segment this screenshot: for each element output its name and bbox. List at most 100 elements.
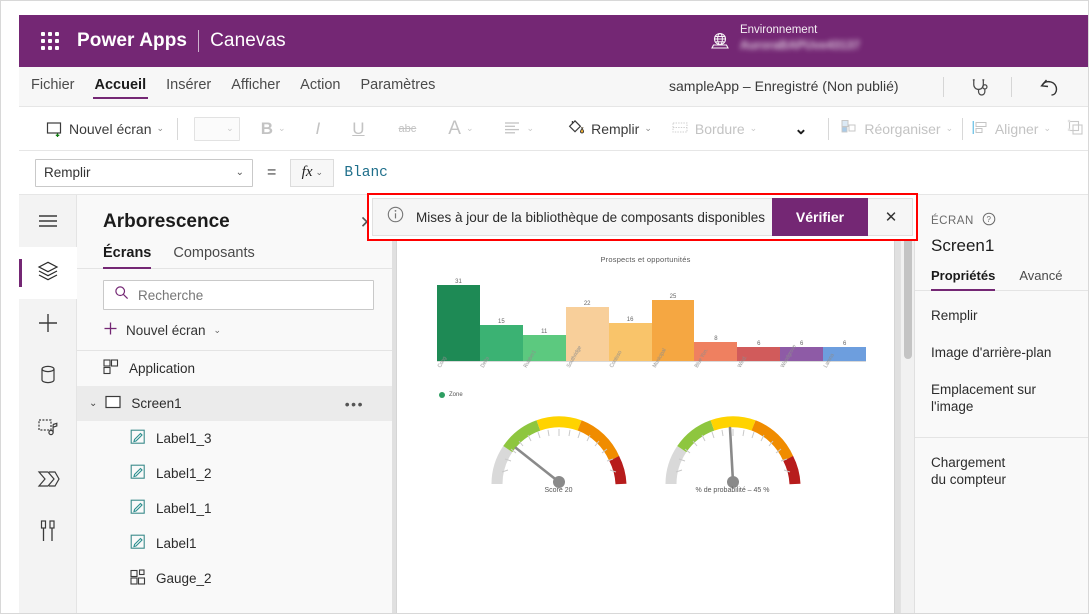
sidebar-item-data[interactable] [19,351,77,403]
tree-row-label1-3[interactable]: Label1_3 [77,421,392,456]
properties-kicker-label: ÉCRAN [931,214,974,227]
font-family-select[interactable]: ⌄ [193,116,240,141]
media-icon [37,416,60,443]
properties-panel: ÉCRAN ? Screen1 Propriétés Avancé Rempli… [914,195,1088,613]
power-automate-icon [36,469,60,494]
hamburger-menu-icon[interactable] [19,195,77,247]
menubar-divider-2 [1011,77,1012,97]
notification-banner-highlight: Mises à jour de la bibliothèque de compo… [367,193,918,241]
search-icon [114,285,129,305]
new-screen-tree-button[interactable]: Nouvel écran ⌄ [77,310,392,351]
screen-icon [105,395,121,412]
waffle-grid-icon[interactable] [35,26,65,56]
tree-row-label: Screen1 [131,396,182,411]
property-select-value: Remplir [44,165,91,180]
search-input[interactable]: Recherche [103,280,374,310]
screen-preview[interactable]: Prospects et opportunités 31 15 11 22 16… [397,241,894,613]
border-button[interactable]: Bordure ⌄ [667,118,762,140]
app-canvas[interactable]: Prospects et opportunités 31 15 11 22 16… [393,195,914,613]
tree-row-label1-2[interactable]: Label1_2 [77,456,392,491]
label-icon [130,499,146,518]
property-select[interactable]: Remplir ⌄ [35,158,253,187]
environment-selector[interactable]: Environnement AuroraBAPUve43137 [710,23,860,56]
bar-value: 16 [626,316,634,323]
tab-avance[interactable]: Avancé [1019,268,1062,290]
menu-item-accueil[interactable]: Accueil [92,75,149,99]
chevron-down-icon[interactable]: ⌄ [89,398,97,409]
left-icon-rail [19,195,77,613]
chevron-down-icon: ⌄ [526,123,535,133]
sidebar-item-advanced-tools[interactable] [19,507,77,559]
fx-button[interactable]: fx ⌄ [290,158,335,187]
tree-row-label1[interactable]: Label1 [77,526,392,561]
menu-item-inserer[interactable]: Insérer [164,75,213,98]
x-axis-labels: Cong Delta Rubber1 Southridge Contoso Mu… [437,344,866,390]
app-save-status: sampleApp – Enregistré (Non publié) [669,78,899,94]
property-image-arriere-plan[interactable]: Image d'arrière-plan [915,334,1088,371]
tab-ecrans[interactable]: Écrans [103,245,152,269]
menu-item-action[interactable]: Action [298,75,342,98]
chevron-down-icon: ⌄ [213,324,222,335]
probability-gauge[interactable]: % de probabilité – 45 % [658,408,808,494]
canvas-scrollbar[interactable] [900,195,914,613]
paint-bucket-icon [566,118,586,139]
sidebar-item-power-automate[interactable] [19,455,77,507]
sidebar-item-media[interactable] [19,403,77,455]
studio-body: Arborescence ✕ Écrans Composants Recherc… [19,195,1088,613]
title-bar: Power Apps Canevas Environnement AuroraB… [19,15,1088,67]
plus-insert-icon [37,312,59,339]
tree-row-gauge-2[interactable]: Gauge_2 [77,561,392,596]
underline-button[interactable]: U [347,116,369,142]
ellipsis-icon[interactable]: ••• [345,396,364,412]
label-icon [130,429,146,448]
new-screen-button[interactable]: Nouvel écran ⌄ [41,118,169,140]
group-button[interactable] [1062,116,1088,142]
border-icon [672,121,690,137]
database-data-icon [38,364,58,391]
tree-row-application[interactable]: Application [77,351,392,386]
question-circle-icon[interactable]: ? [982,212,996,229]
tree-view-panel: Arborescence ✕ Écrans Composants Recherc… [77,195,393,613]
label-icon [130,464,146,483]
property-chargement-compteur[interactable]: Chargement du compteur [915,444,1088,498]
menu-item-afficher[interactable]: Afficher [229,75,282,98]
menu-item-parametres[interactable]: Paramètres [358,75,437,98]
formula-input[interactable]: Blanc [344,152,1088,194]
bar-value: 25 [669,293,677,300]
undo-arrow-icon[interactable] [1035,75,1063,99]
brand-divider [198,30,200,52]
property-chargement-line1: Chargement [931,455,1006,470]
sidebar-item-tree-view[interactable] [19,247,77,299]
chevron-down-icon: ⌄ [644,123,652,133]
align-button[interactable]: ⌄ [499,118,540,140]
close-icon[interactable]: ✕ [870,198,912,236]
verify-button[interactable]: Vérifier [772,198,868,236]
font-color-button[interactable]: A ⌄ [443,115,478,143]
bold-button[interactable]: B ⌄ [256,116,291,142]
tree-row-label: Label1_3 [156,431,212,446]
tree-row-label: Label1 [156,536,197,551]
italic-button[interactable]: I [311,116,326,142]
tree-row-label1-1[interactable]: Label1_1 [77,491,392,526]
tree-tabs: Écrans Composants [77,239,392,269]
property-emplacement-image[interactable]: Emplacement sur l'image [915,371,1088,425]
align-objects-button[interactable]: Aligner ⌄ [967,117,1056,141]
tab-composants[interactable]: Composants [173,245,254,268]
tree-row-label: Gauge_2 [156,571,212,586]
score-gauge[interactable]: Score 20 [484,408,634,494]
reorder-icon [841,119,859,138]
tree-row-label: Label1_2 [156,466,212,481]
ribbon-divider-2 [827,117,829,140]
stethoscope-app-checker-icon[interactable] [965,75,993,99]
reorder-label: Réorganiser [864,120,941,137]
fill-button[interactable]: Remplir ⌄ [561,115,657,142]
tree-row-screen1[interactable]: ⌄ Screen1 ••• [77,386,392,421]
tree-header: Arborescence ✕ [77,195,392,239]
tab-proprietes[interactable]: Propriétés [931,268,996,291]
property-remplir[interactable]: Remplir [915,297,1088,334]
reorder-button[interactable]: Réorganiser ⌄ [836,116,958,141]
strikethrough-button[interactable]: abc [394,120,422,138]
sidebar-item-insert[interactable] [19,299,77,351]
menu-item-fichier[interactable]: Fichier [29,75,77,98]
ribbon-overflow-chevron-down-icon[interactable]: ⌄ [782,119,819,139]
